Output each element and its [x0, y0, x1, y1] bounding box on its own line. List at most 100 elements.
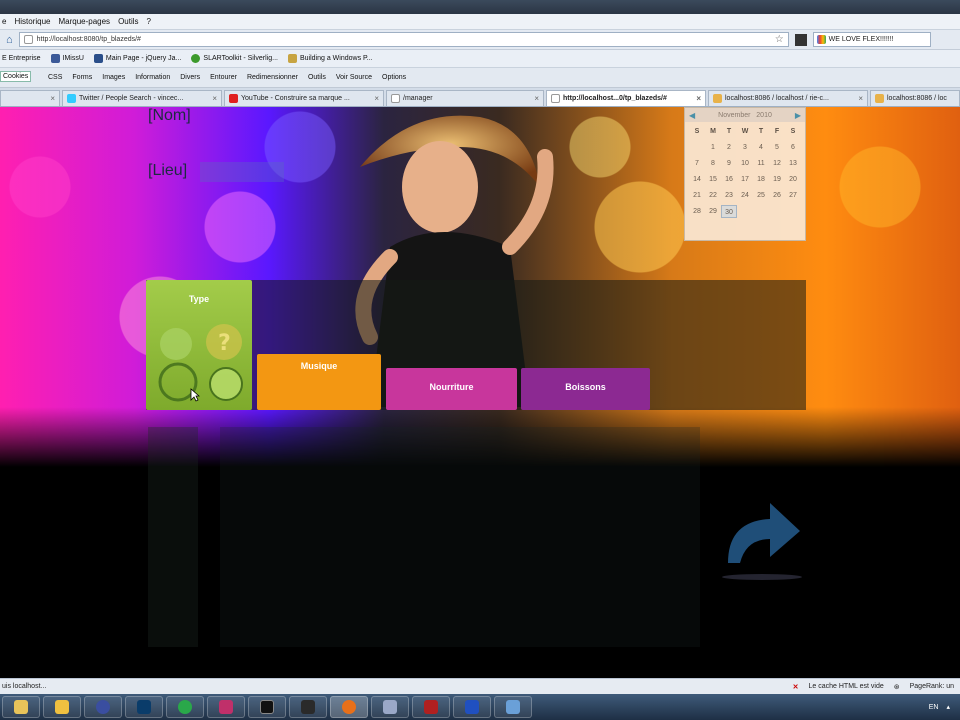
taskbar-filezilla[interactable] — [412, 696, 450, 718]
toolbar-forms[interactable]: Forms — [72, 74, 92, 81]
calendar-day[interactable]: 29 — [705, 205, 721, 218]
close-icon[interactable]: × — [50, 94, 55, 103]
calendar-empty-cell — [689, 141, 705, 154]
next-month-icon[interactable]: ▶ — [795, 111, 801, 120]
toolbar-voir-source[interactable]: Voir Source — [336, 74, 372, 81]
calendar-day[interactable]: 8 — [705, 157, 721, 170]
toolbar-options[interactable]: Options — [382, 74, 406, 81]
url-bar[interactable]: http://localhost:8080/tp_blazeds/# ☆ — [18, 32, 789, 47]
calendar-day[interactable]: 7 — [689, 157, 705, 170]
calendar-day[interactable]: 16 — [721, 173, 737, 186]
toolbar-information[interactable]: Information — [135, 74, 170, 81]
calendar-day[interactable]: 25 — [753, 189, 769, 202]
calendar-day[interactable]: 11 — [753, 157, 769, 170]
taskbar-media[interactable] — [43, 696, 81, 718]
calendar-dow: S — [790, 128, 796, 135]
close-icon[interactable]: × — [374, 94, 379, 103]
phpmyadmin-icon — [875, 94, 884, 103]
calendar-day[interactable]: 26 — [769, 189, 785, 202]
taskbar-remote[interactable] — [453, 696, 491, 718]
calendar-day[interactable]: 13 — [785, 157, 801, 170]
close-icon[interactable]: × — [212, 94, 217, 103]
calendar-day[interactable]: 14 — [689, 173, 705, 186]
nourriture-tile[interactable]: Nourriture — [386, 368, 517, 410]
home-icon[interactable]: ⌂ — [6, 34, 13, 46]
bookmark-windows[interactable]: Building a Windows P... — [287, 54, 373, 63]
link-icon — [287, 54, 297, 63]
close-icon[interactable]: × — [696, 94, 701, 103]
toolbar-divers[interactable]: Divers — [180, 74, 200, 81]
taskbar-eclipse[interactable] — [84, 696, 122, 718]
calendar-day[interactable]: 5 — [769, 141, 785, 154]
bookmark-jquery[interactable]: Main Page - jQuery Ja... — [93, 54, 181, 63]
menu-item-historique[interactable]: Historique — [14, 17, 50, 26]
calendar-day[interactable]: 10 — [737, 157, 753, 170]
type-tile-label: Type — [188, 294, 210, 304]
date-chooser[interactable]: ◀ November 2010 ▶ S M T W T F S 1 2 3 4 5 6 7 8 9 10 11 12… — [684, 107, 806, 241]
tab-localhost-8086[interactable]: localhost:8086 / localhost / rie-c... × — [708, 90, 868, 106]
boissons-tile[interactable]: Boissons — [521, 368, 650, 410]
calendar-day[interactable]: 6 — [785, 141, 801, 154]
calendar-day[interactable]: 18 — [753, 173, 769, 186]
tab-partial[interactable]: × — [0, 90, 60, 106]
calendar-day[interactable]: 21 — [689, 189, 705, 202]
tab-label: localhost:8086 / loc — [887, 95, 947, 102]
calendar-day[interactable]: 9 — [721, 157, 737, 170]
calendar-day[interactable]: 12 — [769, 157, 785, 170]
calendar-day[interactable]: 24 — [737, 189, 753, 202]
prev-month-icon[interactable]: ◀ — [689, 111, 695, 120]
bookmark-imissu[interactable]: IMissU — [50, 54, 84, 63]
calendar-day[interactable]: 20 — [785, 173, 801, 186]
menu-item-edit[interactable]: e — [2, 17, 6, 26]
bookmark-slartoolkit[interactable]: SLARToolkit - Silverlig... — [191, 54, 278, 63]
close-icon[interactable]: × — [534, 94, 539, 103]
taskbar-flash-builder[interactable] — [289, 696, 327, 718]
calendar-day[interactable]: 1 — [705, 141, 721, 154]
menu-item-outils[interactable]: Outils — [118, 17, 138, 26]
calendar-day[interactable]: 30 — [721, 205, 737, 218]
system-tray: EN ▴ — [929, 703, 960, 712]
calendar-day[interactable]: 22 — [705, 189, 721, 202]
share-arrow-icon[interactable] — [718, 491, 806, 583]
taskbar-virtualbox[interactable] — [494, 696, 532, 718]
taskbar-firefox[interactable] — [330, 696, 368, 718]
musique-tile[interactable]: Musique — [257, 354, 381, 410]
tab-localhost-8086-b[interactable]: localhost:8086 / loc — [870, 90, 960, 106]
calendar-day[interactable]: 15 — [705, 173, 721, 186]
taskbar-tool[interactable] — [371, 696, 409, 718]
calendar-day[interactable]: 28 — [689, 205, 705, 218]
tab-tp-blazeds[interactable]: http://localhost...0/tp_blazeds/# × — [546, 90, 706, 106]
calendar-day[interactable]: 3 — [737, 141, 753, 154]
tray-arrow-icon[interactable]: ▴ — [946, 703, 950, 711]
close-icon[interactable]: × — [858, 94, 863, 103]
calendar-day[interactable]: 4 — [753, 141, 769, 154]
search-input[interactable]: WE LOVE FLEX!!!!!!! — [812, 32, 931, 47]
tab-youtube[interactable]: YouTube - Construire sa marque ... × — [224, 90, 384, 106]
calendar-day[interactable]: 19 — [769, 173, 785, 186]
menu-bar: e Historique Marque-pages Outils ? — [0, 14, 960, 30]
menu-item-help[interactable]: ? — [147, 17, 151, 26]
taskbar-photoshop[interactable] — [125, 696, 163, 718]
toolbar-css[interactable]: CSS — [48, 74, 62, 81]
taskbar-console[interactable] — [248, 696, 286, 718]
calendar-day[interactable]: 2 — [721, 141, 737, 154]
bookmark-star-icon[interactable]: ☆ — [775, 34, 784, 45]
taskbar-sync[interactable] — [166, 696, 204, 718]
calendar-day[interactable]: 23 — [721, 189, 737, 202]
toolbar-outils[interactable]: Outils — [308, 74, 326, 81]
cache-icon[interactable]: ✕ — [793, 683, 799, 691]
bookmark-entreprise[interactable]: E Entreprise — [2, 55, 41, 62]
tab-manager[interactable]: /manager × — [386, 90, 544, 106]
taskbar-explorer[interactable] — [2, 696, 40, 718]
addon-icon[interactable] — [794, 33, 807, 46]
taskbar-app[interactable] — [207, 696, 245, 718]
toolbar-entourer[interactable]: Entourer — [210, 74, 237, 81]
toolbar-cookies[interactable]: Cookies — [0, 71, 32, 82]
calendar-day[interactable]: 17 — [737, 173, 753, 186]
toolbar-redimensionner[interactable]: Redimensionner — [247, 74, 298, 81]
toolbar-images[interactable]: Images — [102, 74, 125, 81]
tab-twitter[interactable]: Twitter / People Search - vincec... × — [62, 90, 222, 106]
calendar-day[interactable]: 27 — [785, 189, 801, 202]
menu-item-marque-pages[interactable]: Marque-pages — [58, 17, 110, 26]
language-indicator[interactable]: EN — [929, 704, 939, 711]
